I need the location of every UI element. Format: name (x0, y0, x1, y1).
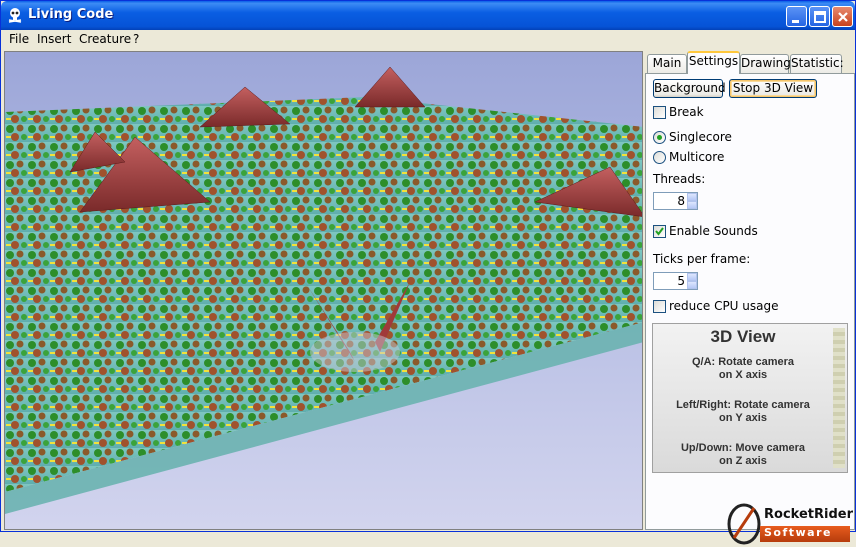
break-checkbox[interactable] (653, 106, 666, 119)
threads-spinner[interactable]: 8 (653, 192, 698, 210)
tab-statistic[interactable]: Statistic: (790, 54, 844, 73)
spin-down-icon[interactable] (687, 201, 697, 209)
spin-up-icon[interactable] (687, 273, 697, 281)
help-title: 3D View (710, 327, 776, 346)
rocket-logo-icon (727, 503, 761, 545)
reduce-cpu-checkbox[interactable] (653, 300, 666, 313)
spin-up-icon[interactable] (687, 193, 697, 201)
menu-insert[interactable]: Insert (37, 32, 71, 46)
spin-down-icon[interactable] (687, 281, 697, 289)
window-title: Living Code (28, 7, 114, 22)
tab-settings[interactable]: Settings (687, 51, 740, 74)
title-bar[interactable]: Living Code (1, 1, 855, 30)
logo-bar: Software (760, 526, 850, 542)
singlecore-radio[interactable] (653, 131, 666, 144)
ticks-spinner[interactable]: 5 (653, 272, 698, 290)
threads-value: 8 (677, 194, 685, 208)
menu-help[interactable]: ? (133, 32, 139, 46)
logo-name: RocketRider (764, 507, 853, 522)
threads-spinner-arrows (687, 193, 697, 209)
menu-creature[interactable]: Creature (79, 32, 131, 46)
help-line: on Z axis (719, 455, 767, 467)
threads-label: Threads: (653, 172, 706, 186)
ticks-spinner-arrows (687, 273, 697, 289)
ticks-label: Ticks per frame: (653, 252, 751, 266)
logo-sub: Software (764, 526, 832, 539)
enable-sounds-checkbox[interactable] (653, 225, 666, 238)
radio-selected-dot (657, 135, 662, 140)
3d-view-help-image: 3D View Q/A: Rotate camera on X axis Lef… (652, 323, 848, 473)
tab-main[interactable]: Main (647, 54, 687, 73)
close-button[interactable] (832, 6, 853, 27)
tab-drawing[interactable]: Drawing (740, 54, 791, 73)
tab-strip: Main Settings Drawing Statistic: (645, 51, 855, 74)
singlecore-label: Singlecore (669, 130, 732, 144)
skull-icon (7, 7, 23, 23)
app-window: Living Code File Insert Creature ? Main … (0, 0, 856, 545)
watermark-strip (833, 328, 845, 468)
enable-sounds-label: Enable Sounds (669, 224, 758, 238)
settings-page: Background Stop 3D View Break Singlecore… (645, 73, 855, 545)
side-panel: Main Settings Drawing Statistic: Backgro… (645, 51, 855, 545)
help-line: on X axis (718, 369, 768, 381)
ticks-value: 5 (677, 274, 685, 288)
multicore-label: Multicore (669, 150, 725, 164)
maximize-button[interactable] (809, 6, 830, 27)
checkmark-icon (655, 227, 664, 236)
rocketrider-logo: RocketRider Software (726, 501, 853, 547)
help-line: Left/Right: Rotate camera (676, 399, 810, 411)
minimize-button[interactable] (786, 6, 807, 27)
simulation-3d-view[interactable] (4, 51, 643, 530)
help-line: Up/Down: Move camera (680, 442, 806, 454)
background-button[interactable]: Background (653, 79, 726, 98)
reduce-cpu-label: reduce CPU usage (669, 299, 779, 313)
stop-3d-view-button[interactable]: Stop 3D View (729, 79, 817, 98)
menu-file[interactable]: File (9, 32, 29, 46)
help-line: Q/A: Rotate camera (691, 356, 795, 368)
menu-bar: File Insert Creature ? (2, 30, 854, 49)
break-label: Break (669, 105, 704, 119)
multicore-radio[interactable] (653, 151, 666, 164)
help-line: on Y axis (719, 412, 767, 424)
